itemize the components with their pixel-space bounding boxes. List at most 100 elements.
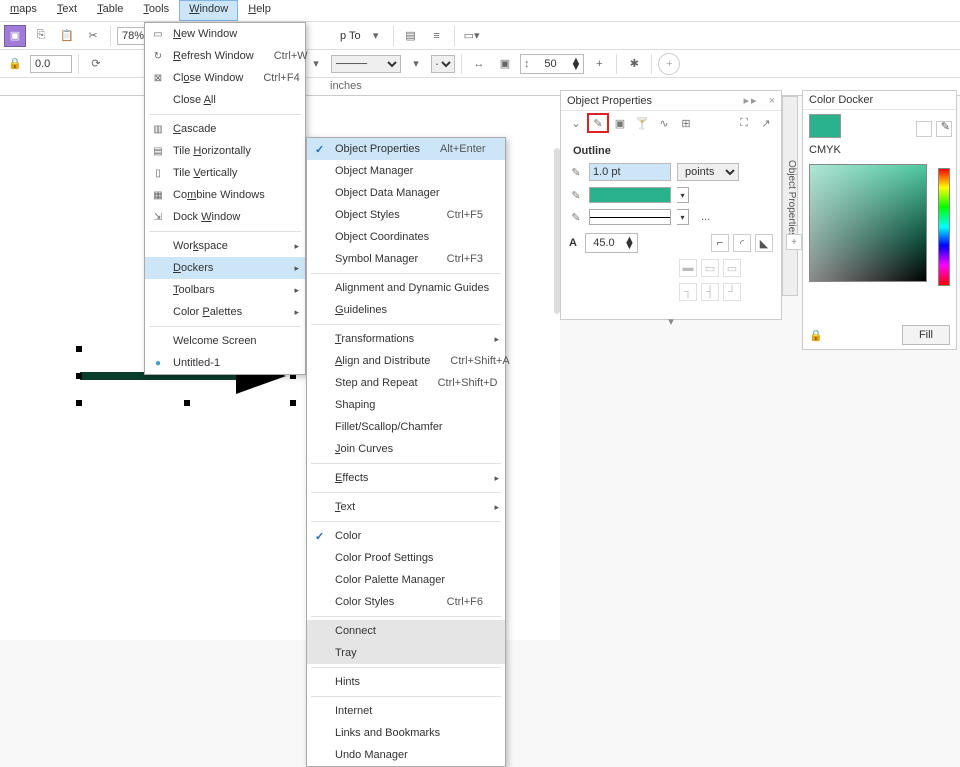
menu-item[interactable]: Transformations (307, 328, 505, 350)
miter-spinner[interactable]: ↕ ▲▼ (520, 54, 584, 74)
menu-item[interactable]: Effects (307, 467, 505, 489)
outline-style-select[interactable] (589, 209, 671, 225)
outline-width-input[interactable] (589, 163, 671, 181)
menu-item[interactable]: Join Curves (307, 438, 505, 460)
menu-item[interactable]: Undo Manager (307, 744, 505, 766)
menu-item[interactable]: Symbol ManagerCtrl+F3 (307, 248, 505, 270)
menu-item[interactable]: ✓Object PropertiesAlt+Enter (307, 138, 505, 160)
paste-icon[interactable]: 📋 (56, 25, 78, 47)
corner-miter-button[interactable]: ⌐ (711, 234, 729, 252)
corner-bevel-button[interactable]: ◣ (755, 234, 773, 252)
hue-slider[interactable] (938, 168, 950, 286)
calligraphy-angle-spinner[interactable]: ▲▼ (585, 233, 638, 253)
outline-style-dd-icon[interactable]: ▾ (677, 209, 689, 225)
menu-item[interactable]: ⊠Close WindowCtrl+F4 (145, 67, 305, 89)
fill-button[interactable]: Fill (902, 325, 950, 345)
docker-collapse-icon[interactable]: ▸▸ (744, 94, 759, 107)
menu-item[interactable]: Tray (307, 642, 505, 664)
add-docker-button[interactable]: + (786, 234, 802, 250)
tab-curve-icon[interactable]: ∿ (653, 113, 675, 133)
menu-item[interactable]: ●Untitled-1 (145, 352, 305, 374)
menu-item[interactable]: Welcome Screen (145, 330, 305, 352)
object-properties-side-tab[interactable]: Object Properties (782, 96, 798, 296)
color-mode-a-button[interactable] (916, 121, 932, 137)
tab-export-icon[interactable]: ↗ (755, 113, 777, 133)
center-icon[interactable]: ✱ (623, 53, 645, 75)
menu-item[interactable]: Color Palette Manager (307, 569, 505, 591)
menu-item[interactable]: ↻Refresh WindowCtrl+W (145, 45, 305, 67)
menu-item[interactable]: ▭New Window (145, 23, 305, 45)
wrap-icon[interactable]: ↔ (468, 53, 490, 75)
cut-icon[interactable]: ✂ (82, 25, 104, 47)
menu-item[interactable]: Alignment and Dynamic Guides (307, 277, 505, 299)
corner-round-button[interactable]: ◜ (733, 234, 751, 252)
menu-item[interactable]: Hints (307, 671, 505, 693)
menu-item[interactable]: Guidelines (307, 299, 505, 321)
outline-more-button[interactable]: ... (701, 211, 710, 223)
menu-tools[interactable]: Tools (133, 0, 179, 21)
menu-table[interactable]: Table (87, 0, 133, 21)
current-color-swatch[interactable] (809, 114, 841, 138)
menu-help[interactable]: Help (238, 0, 281, 21)
line-style-select[interactable]: ──── (331, 55, 401, 73)
menu-item[interactable]: Close All (145, 89, 305, 111)
options-icon[interactable]: ≡ (426, 25, 448, 47)
menu-item[interactable]: Internet (307, 700, 505, 722)
style-dd-icon[interactable]: ▾ (305, 53, 327, 75)
menu-item[interactable]: Color Palettes (145, 301, 305, 323)
menu-maps[interactable]: maps (0, 0, 47, 21)
color-mode-b-button[interactable] (936, 121, 952, 137)
menu-item[interactable]: Color StylesCtrl+F6 (307, 591, 505, 613)
copy-icon[interactable]: ⎘ (30, 25, 52, 47)
app-icon[interactable]: ▣ (4, 25, 26, 47)
pos-out-button[interactable]: ┐ (679, 283, 697, 301)
menu-item[interactable]: Links and Bookmarks (307, 722, 505, 744)
thin-dd-icon[interactable]: ▾ (405, 53, 427, 75)
launch-icon[interactable]: ▭▾ (461, 25, 483, 47)
menu-item[interactable]: Object Data Manager (307, 182, 505, 204)
menu-item[interactable]: Object Manager (307, 160, 505, 182)
cap-round-button[interactable]: ▭ (701, 259, 719, 277)
tab-transparency-icon[interactable]: 🍸 (631, 113, 653, 133)
menu-item[interactable]: Shaping (307, 394, 505, 416)
menu-item[interactable]: Dockers (145, 257, 305, 279)
color-gradient-picker[interactable] (809, 164, 927, 282)
tab-summary-icon[interactable]: ⌄ (565, 113, 587, 133)
menu-item[interactable]: Connect (307, 620, 505, 642)
menu-item[interactable]: Color Proof Settings (307, 547, 505, 569)
section-expander-icon[interactable]: ▾ (569, 315, 773, 328)
cap-flat-button[interactable]: ▬ (679, 259, 697, 277)
thin-select[interactable]: – (431, 55, 455, 73)
menu-window[interactable]: Window (179, 0, 238, 21)
pos-mid-button[interactable]: ┤ (701, 283, 719, 301)
lock-icon[interactable]: 🔒 (809, 329, 823, 342)
menu-item[interactable]: Text (307, 496, 505, 518)
lock-icon[interactable]: 🔒 (4, 53, 26, 75)
snap-icon[interactable]: ▤ (400, 25, 422, 47)
menu-item[interactable]: Object Coordinates (307, 226, 505, 248)
tab-link-icon[interactable]: ⛶ (733, 113, 755, 133)
pos-in-button[interactable]: ┘ (723, 283, 741, 301)
menu-item[interactable]: Toolbars (145, 279, 305, 301)
menu-item[interactable]: Fillet/Scallop/Chamfer (307, 416, 505, 438)
menu-item[interactable]: Object StylesCtrl+F5 (307, 204, 505, 226)
menu-item[interactable]: ▤Tile Horizontally (145, 140, 305, 162)
menu-item[interactable]: ▥Cascade (145, 118, 305, 140)
outline-color-dd-icon[interactable]: ▾ (677, 187, 689, 203)
menu-item[interactable]: Workspace (145, 235, 305, 257)
coord-x-input[interactable] (30, 55, 72, 73)
tab-outline-icon[interactable]: ✎ (587, 113, 609, 133)
menu-item[interactable]: ▯Tile Vertically (145, 162, 305, 184)
tab-fill-icon[interactable]: ▣ (609, 113, 631, 133)
menu-text[interactable]: Text (47, 0, 87, 21)
menu-item[interactable]: Align and DistributeCtrl+Shift+A (307, 350, 505, 372)
tab-dimension-icon[interactable]: ⊞ (675, 113, 697, 133)
dropdown-icon[interactable]: ▾ (365, 25, 387, 47)
cap-ext-button[interactable]: ▭ (723, 259, 741, 277)
docker-close-icon[interactable]: × (763, 95, 775, 107)
wrap2-icon[interactable]: ▣ (494, 53, 516, 75)
menu-item[interactable]: ✓Color (307, 525, 505, 547)
outline-units-select[interactable]: points (677, 163, 739, 181)
outline-color-swatch[interactable] (589, 187, 671, 203)
angle-icon[interactable]: ⟳ (85, 53, 107, 75)
